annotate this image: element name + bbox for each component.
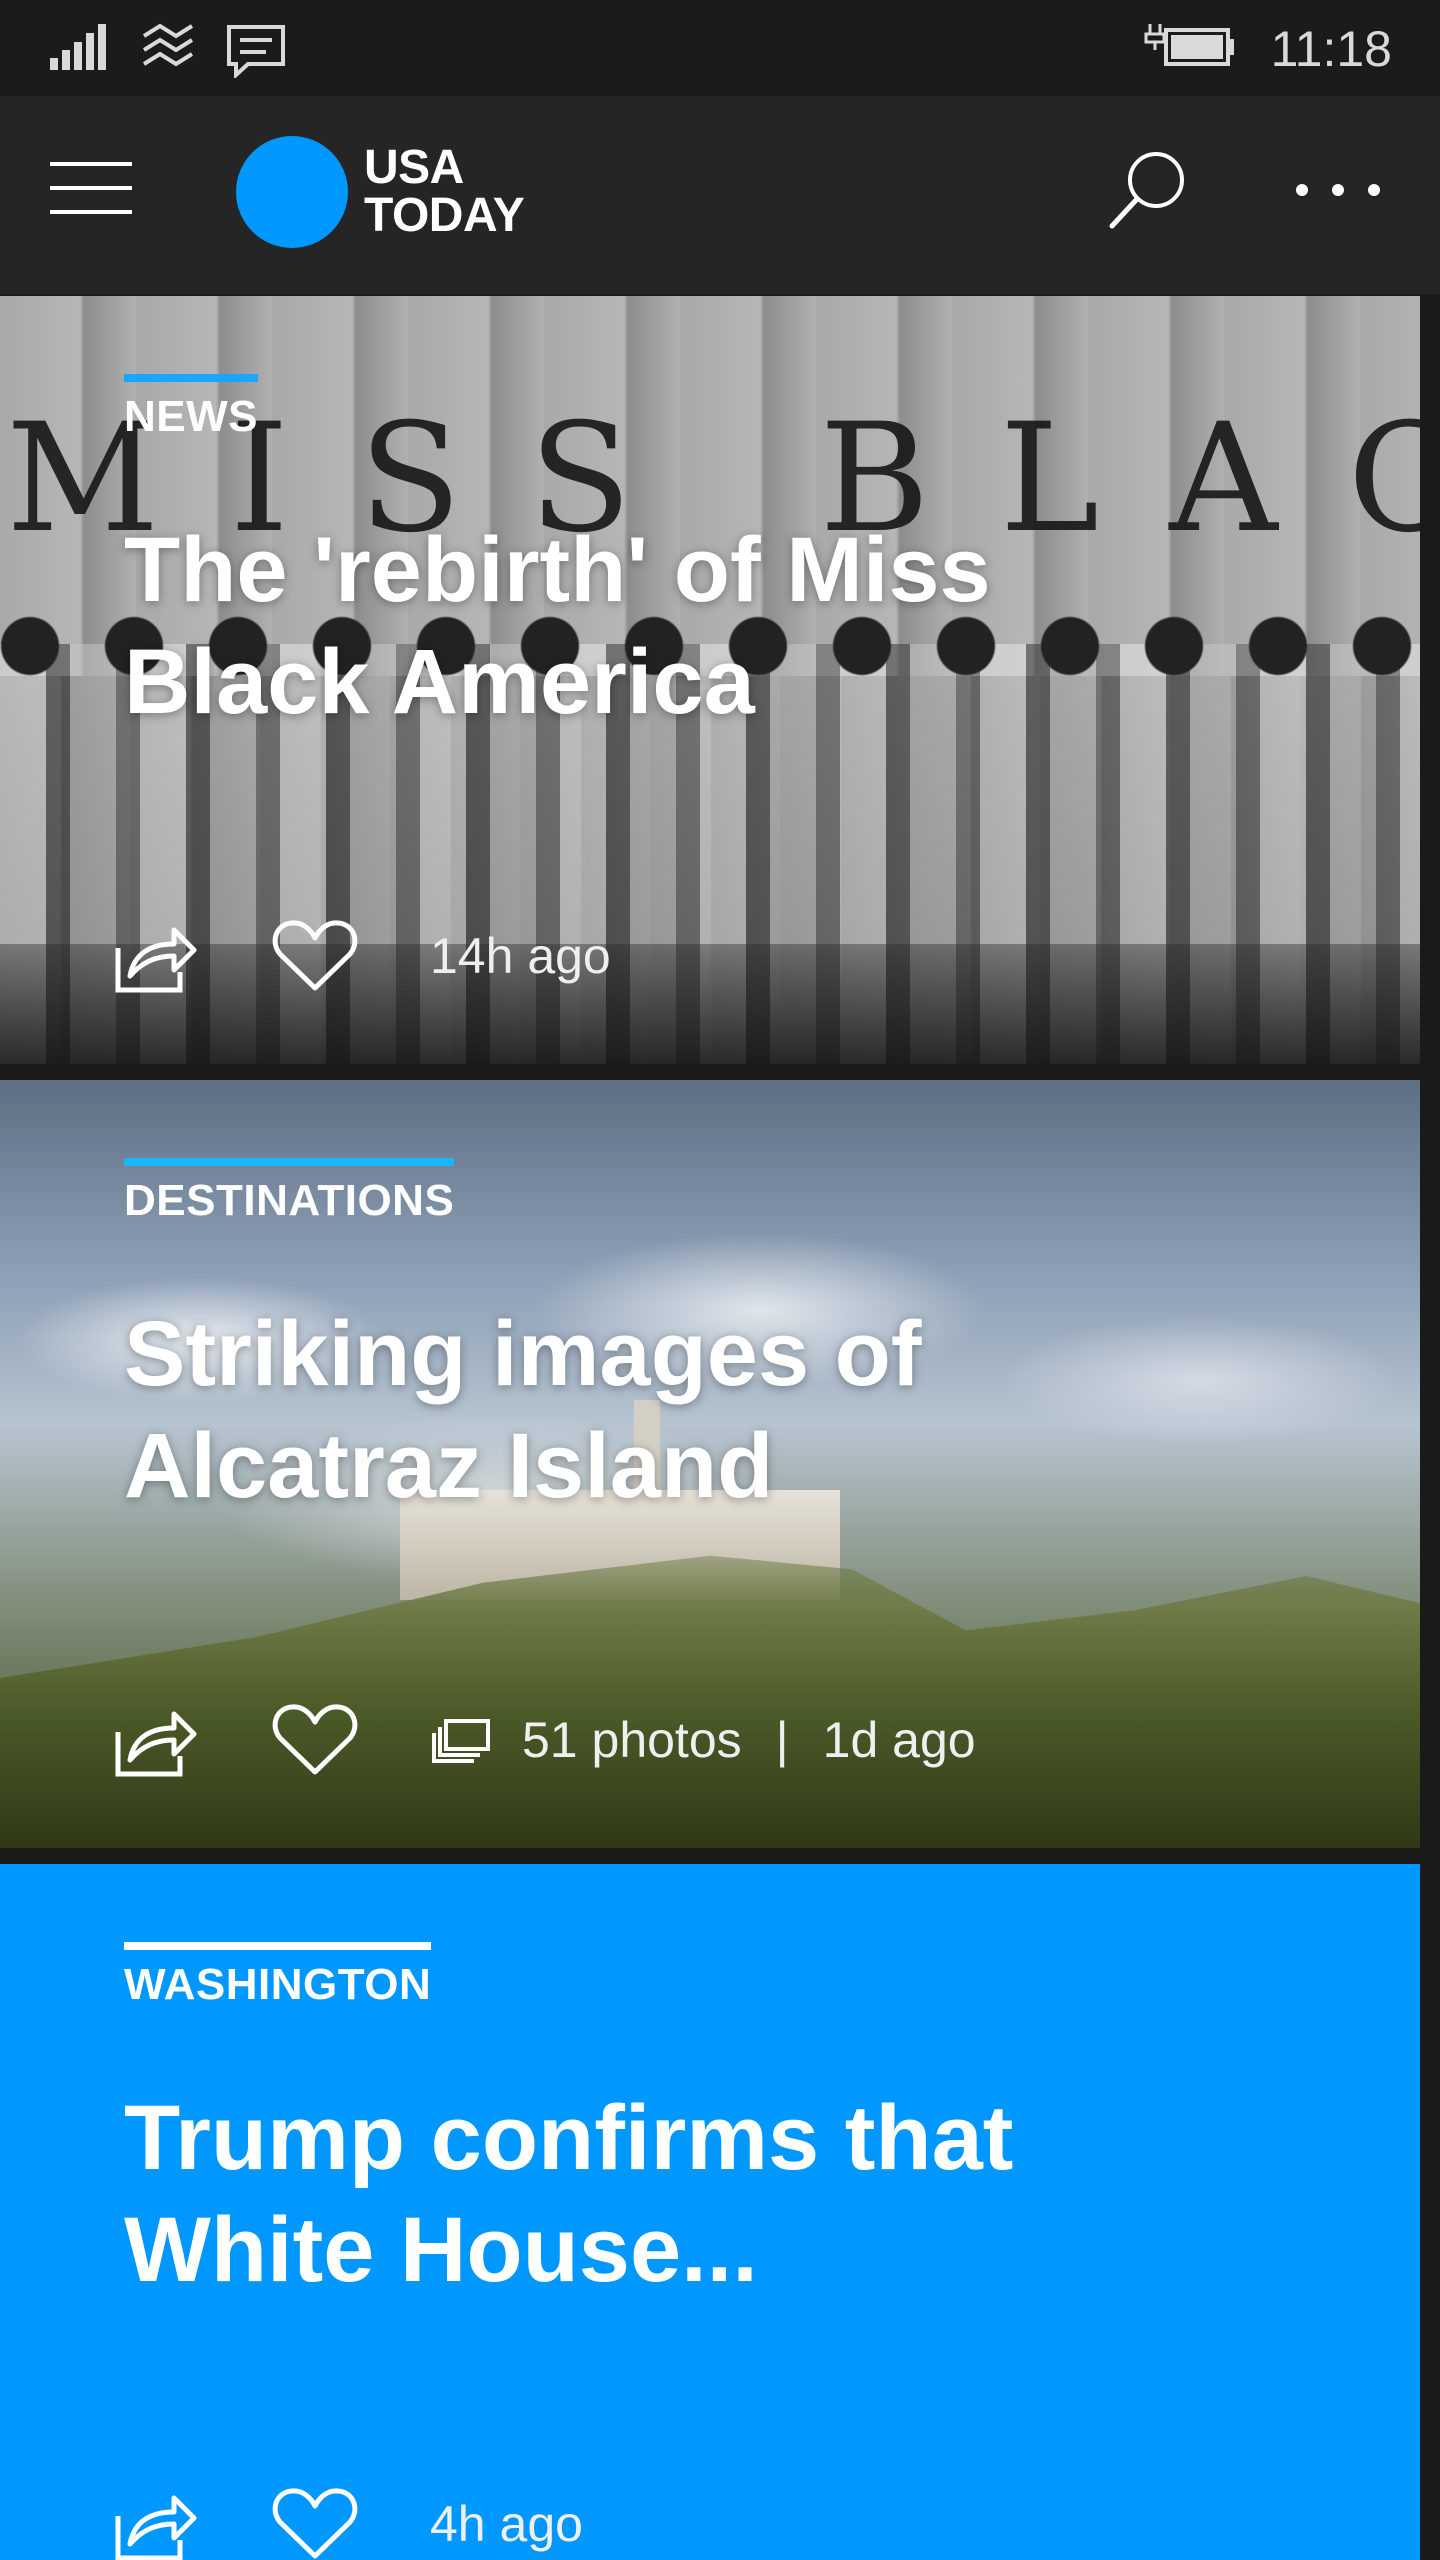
status-bar: 11:18 <box>0 0 1440 96</box>
card-actions: 51 photos | 1d ago <box>114 1700 976 1780</box>
usa-today-logo[interactable]: USA TODAY <box>236 136 525 248</box>
timestamp: 1d ago <box>822 1712 976 1768</box>
message-icon <box>227 25 285 78</box>
meta-separator: | <box>775 1712 789 1768</box>
logo-text: USA TODAY <box>364 141 525 242</box>
article-title[interactable]: The 'rebirth' of Miss Black America <box>124 514 1224 738</box>
share-icon[interactable] <box>114 1702 198 1778</box>
article-card-1[interactable]: MISS BLACK NEWS The 'rebirth' of Miss Bl… <box>0 296 1420 1064</box>
article-title[interactable]: Striking images of Alcatraz Island <box>124 1298 1224 1522</box>
card-actions: 4h ago <box>114 2484 583 2560</box>
app-header: USA TODAY <box>0 96 1440 294</box>
logo-circle <box>236 136 348 248</box>
gallery-icon <box>432 1719 490 1763</box>
battery-charging-icon <box>1144 24 1234 66</box>
card-meta: 4h ago <box>430 2495 583 2553</box>
scroll-track[interactable] <box>1420 296 1440 2560</box>
wifi-icon <box>142 23 194 67</box>
timestamp: 4h ago <box>430 2496 583 2552</box>
search-icon[interactable] <box>1106 148 1190 232</box>
heart-icon[interactable] <box>272 1702 358 1778</box>
card-meta: 14h ago <box>430 927 611 985</box>
status-time: 11:18 <box>1270 21 1392 77</box>
logo-line-1: USA <box>364 141 464 194</box>
category-label[interactable]: WASHINGTON <box>124 1942 432 2010</box>
category-label[interactable]: DESTINATIONS <box>124 1158 455 1226</box>
article-card-3[interactable]: WASHINGTON Trump confirms that White Hou… <box>0 1864 1420 2560</box>
signal-icon <box>50 24 106 70</box>
card-meta: 51 photos | 1d ago <box>430 1711 976 1769</box>
article-card-2[interactable]: DESTINATIONS Striking images of Alcatraz… <box>0 1080 1420 1848</box>
article-title[interactable]: Trump confirms that White House... <box>124 2082 1224 2306</box>
share-icon[interactable] <box>114 2486 198 2560</box>
timestamp: 14h ago <box>430 928 611 984</box>
heart-icon[interactable] <box>272 918 358 994</box>
share-icon[interactable] <box>114 918 198 994</box>
category-label[interactable]: NEWS <box>124 374 258 442</box>
heart-icon[interactable] <box>272 2486 358 2560</box>
photo-count: 51 photos <box>522 1712 742 1768</box>
more-icon[interactable] <box>1296 184 1380 198</box>
card-actions: 14h ago <box>114 916 611 996</box>
menu-icon[interactable] <box>50 162 132 222</box>
logo-line-2: TODAY <box>364 189 525 242</box>
